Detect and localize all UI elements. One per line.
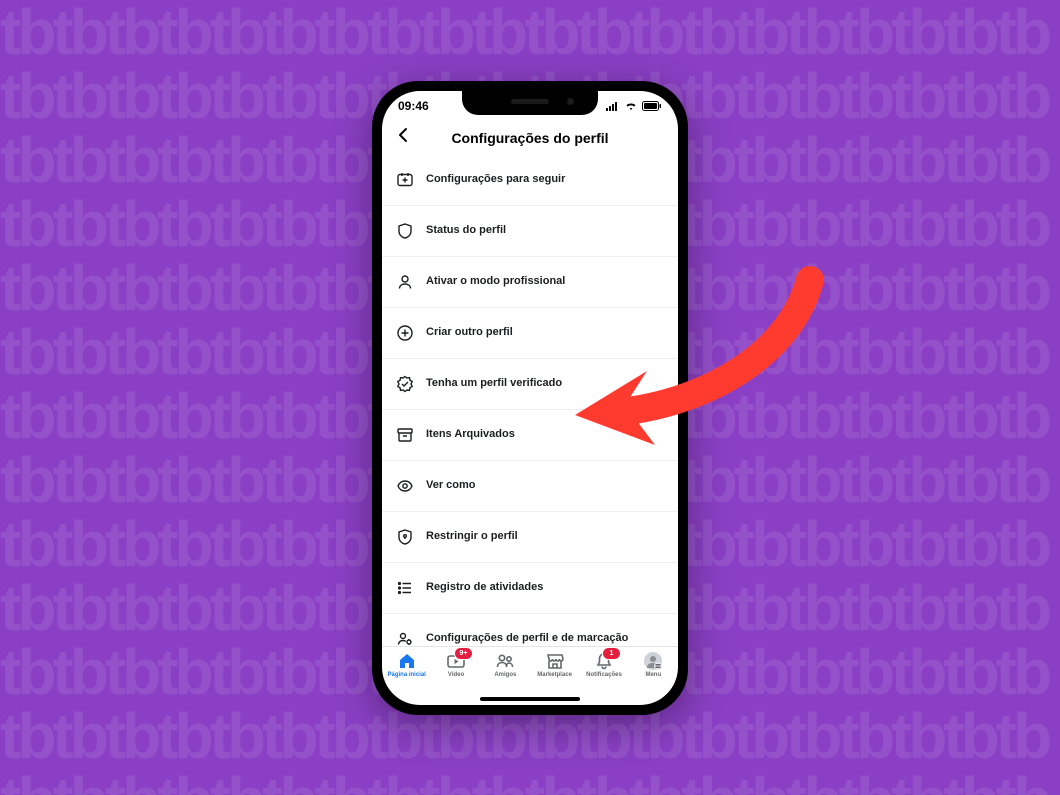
shield-lock-icon xyxy=(396,528,414,546)
item-label: Configurações para seguir xyxy=(426,173,565,187)
badge: 1 xyxy=(602,647,621,660)
shield-icon xyxy=(396,222,414,240)
item-label: Registro de atividades xyxy=(426,581,543,595)
tab-marketplace[interactable]: Marketplace xyxy=(530,651,579,678)
item-professional-mode[interactable]: Ativar o modo profissional xyxy=(382,257,678,308)
tab-label: Menu xyxy=(645,672,661,678)
home-icon xyxy=(396,651,418,671)
item-label: Configurações de perfil e de marcação xyxy=(426,632,628,646)
follow-icon xyxy=(396,171,414,189)
status-time: 09:46 xyxy=(398,99,429,113)
video-icon: 9+ xyxy=(445,651,467,671)
item-label: Criar outro perfil xyxy=(426,326,513,340)
item-label: Itens Arquivados xyxy=(426,428,515,442)
page-title: Configurações do perfil xyxy=(451,130,608,146)
bell-icon: 1 xyxy=(593,651,615,671)
menu-avatar-icon xyxy=(642,651,664,671)
verified-icon xyxy=(396,375,414,393)
person-icon xyxy=(396,273,414,291)
plus-circle-icon xyxy=(396,324,414,342)
status-right xyxy=(606,101,662,111)
item-restrict-profile[interactable]: Restringir o perfil xyxy=(382,512,678,563)
tab-home[interactable]: Página inicial xyxy=(382,651,431,678)
item-view-as[interactable]: Ver como xyxy=(382,461,678,512)
item-label: Restringir o perfil xyxy=(426,530,518,544)
item-profile-tagging[interactable]: Configurações de perfil e de marcação xyxy=(382,614,678,646)
tab-notifications[interactable]: 1 Notificações xyxy=(579,651,628,678)
list-icon xyxy=(396,579,414,597)
item-label: Tenha um perfil verificado xyxy=(426,377,562,391)
market-icon xyxy=(544,651,566,671)
item-label: Ver como xyxy=(426,479,476,493)
item-create-profile[interactable]: Criar outro perfil xyxy=(382,308,678,359)
settings-list[interactable]: Configurações para seguir Status do perf… xyxy=(382,155,678,646)
tab-label: Página inicial xyxy=(387,672,425,678)
badge: 9+ xyxy=(454,647,473,660)
eye-icon xyxy=(396,477,414,495)
tab-label: Amigos xyxy=(494,672,516,678)
phone-notch xyxy=(462,91,598,115)
tab-label: Notificações xyxy=(586,672,622,678)
tab-video[interactable]: 9+ Vídeo xyxy=(431,651,480,678)
tab-menu[interactable]: Menu xyxy=(629,651,678,678)
item-profile-status[interactable]: Status do perfil xyxy=(382,206,678,257)
header: Configurações do perfil xyxy=(382,121,678,155)
tab-label: Vídeo xyxy=(448,672,464,678)
pattern-row: tbtbtbtbtbtbtbtbtbtbtbtbtbtbtbtbtbtbtbtb xyxy=(0,768,1060,795)
wifi-icon xyxy=(624,101,638,111)
battery-icon xyxy=(642,101,662,111)
item-label: Ativar o modo profissional xyxy=(426,275,565,289)
item-follow-settings[interactable]: Configurações para seguir xyxy=(382,155,678,206)
tab-label: Marketplace xyxy=(537,672,572,678)
pattern-row: tbtbtbtbtbtbtbtbtbtbtbtbtbtbtbtbtbtbtbtb xyxy=(0,0,1060,64)
signal-icon xyxy=(606,101,620,111)
home-indicator[interactable] xyxy=(480,697,580,701)
item-label: Status do perfil xyxy=(426,224,506,238)
tab-friends[interactable]: Amigos xyxy=(481,651,530,678)
archive-icon xyxy=(396,426,414,444)
phone-screen: 09:46 xyxy=(382,91,678,705)
item-activity-log[interactable]: Registro de atividades xyxy=(382,563,678,614)
item-archived[interactable]: Itens Arquivados xyxy=(382,410,678,461)
back-button[interactable] xyxy=(390,124,418,152)
chevron-left-icon xyxy=(396,127,412,148)
item-verified-profile[interactable]: Tenha um perfil verificado xyxy=(382,359,678,410)
gear-person-icon xyxy=(396,630,414,646)
phone-frame: 09:46 xyxy=(372,81,688,715)
stage: tbtbtbtbtbtbtbtbtbtbtbtbtbtbtbtbtbtbtbtb… xyxy=(0,0,1060,795)
friends-icon xyxy=(494,651,516,671)
